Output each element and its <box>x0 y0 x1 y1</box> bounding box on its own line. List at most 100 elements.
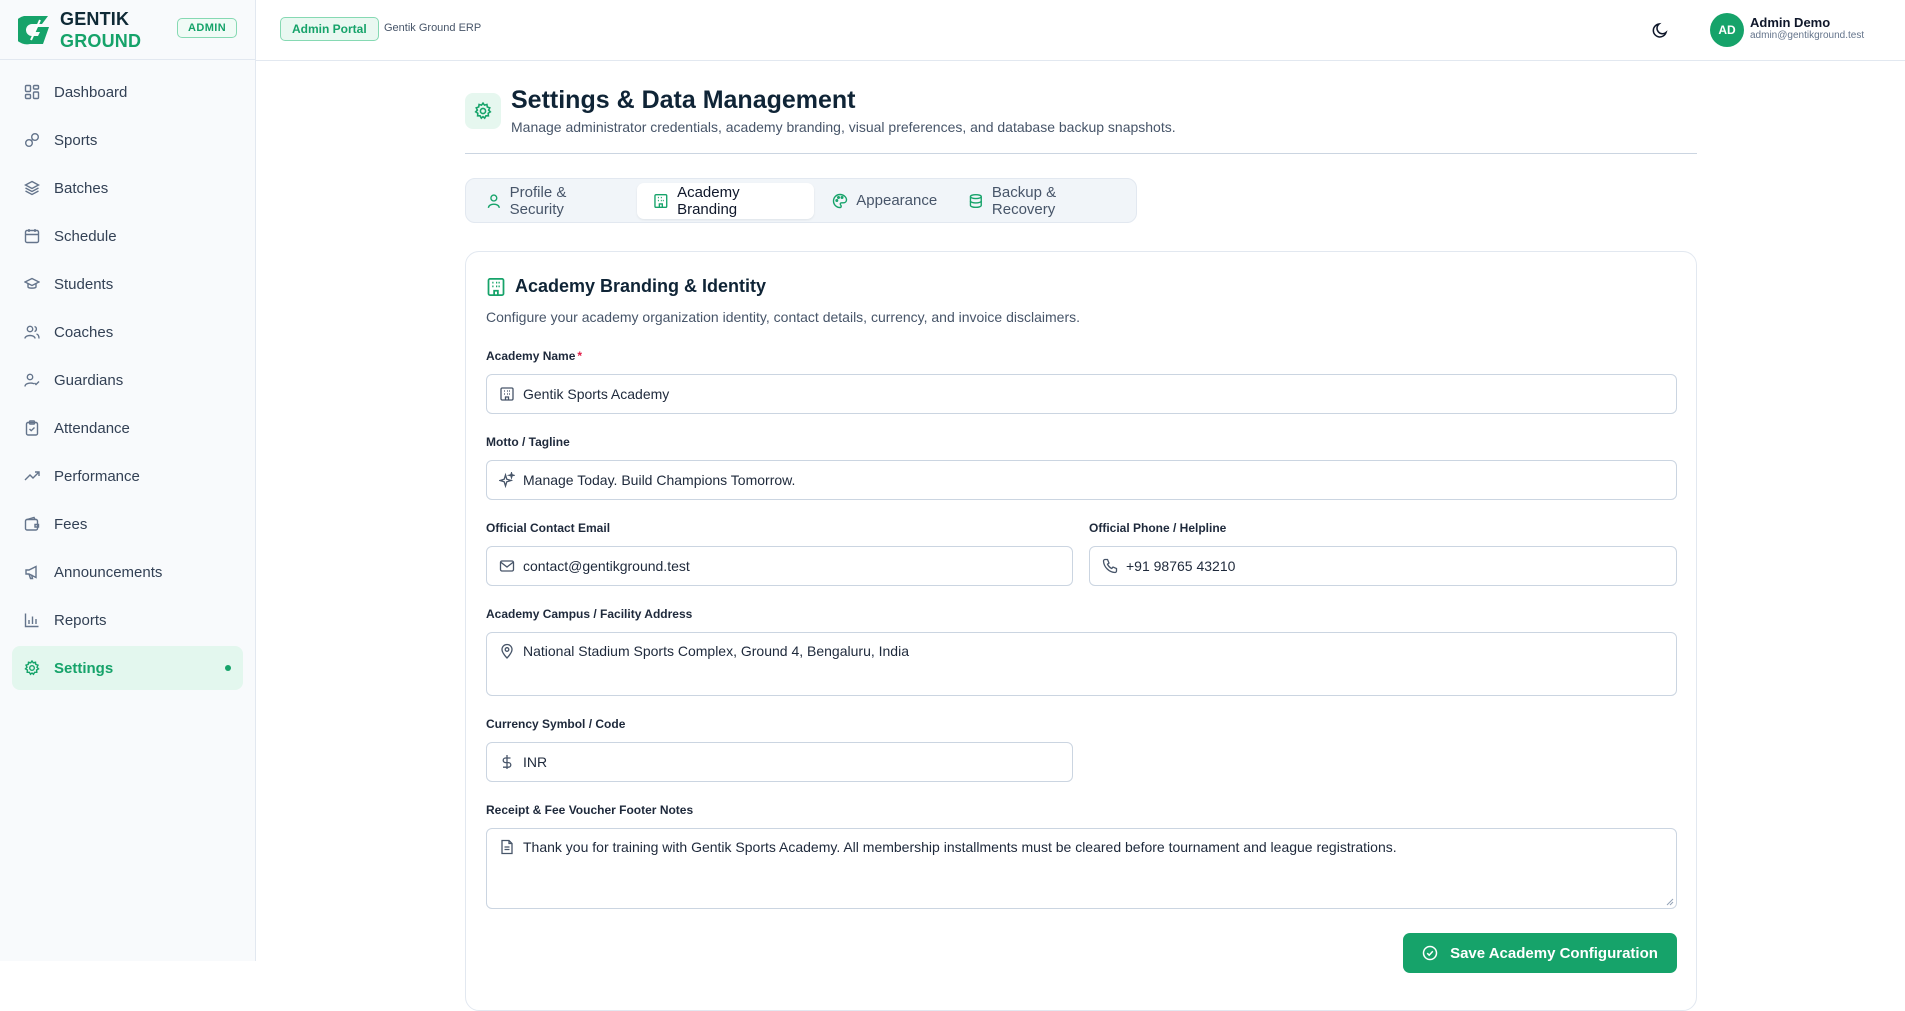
portal-subtitle: Gentik Ground ERP <box>384 22 482 34</box>
sidebar-item-students[interactable]: Students <box>12 262 243 306</box>
motto-input[interactable]: Manage Today. Build Champions Tomorrow. <box>486 460 1677 500</box>
trending-up-icon <box>24 471 40 481</box>
dashboard-icon <box>24 84 40 100</box>
megaphone-icon <box>25 565 37 580</box>
save-academy-configuration-button[interactable]: Save Academy Configuration <box>1403 933 1677 973</box>
academy-name-label: Academy Name * <box>486 349 583 363</box>
sidebar-item-batches[interactable]: Batches <box>12 166 243 210</box>
motto-label: Motto / Tagline <box>486 435 570 449</box>
main-content: Settings & Data Management Manage admini… <box>465 61 1697 1011</box>
sidebar-item-guardians[interactable]: Guardians <box>12 358 243 402</box>
sidebar-item-dashboard[interactable]: Dashboard <box>12 70 243 114</box>
building-icon <box>654 193 668 208</box>
sidebar-item-announcements[interactable]: Announcements <box>12 550 243 594</box>
tab-appearance[interactable]: Appearance <box>816 183 950 219</box>
layers-icon <box>24 180 40 196</box>
sidebar-item-label: Dashboard <box>54 83 128 101</box>
sidebar-item-label: Sports <box>54 131 98 149</box>
user-email: admin@gentikground.test <box>1750 30 1865 41</box>
palette-icon <box>833 193 848 208</box>
sidebar-item-performance[interactable]: Performance <box>12 454 243 498</box>
academy-name-input[interactable]: Gentik Sports Academy <box>486 374 1677 414</box>
sidebar-item-label: Announcements <box>54 563 163 581</box>
tab-label: Profile & Security <box>509 183 567 218</box>
sidebar-item-label: Students <box>54 275 114 293</box>
sidebar-item-reports[interactable]: Reports <box>12 598 243 642</box>
file-text-icon <box>501 839 513 855</box>
sidebar-nav: Dashboard Sports Batches Schedule Studen… <box>0 60 255 690</box>
required-mark: * <box>577 349 583 363</box>
page-header: Settings & Data Management Manage admini… <box>465 61 1697 154</box>
email-label: Official Contact Email <box>486 521 611 535</box>
user-icon <box>487 193 500 208</box>
users-icon <box>24 325 40 339</box>
avatar[interactable]: AD <box>1710 13 1744 47</box>
footer-notes-textarea[interactable]: Thank you for training with Gentik Sport… <box>486 828 1677 909</box>
sidebar-item-label: Performance <box>54 467 140 485</box>
building-icon <box>487 277 505 296</box>
brand-name-line1: GENTIK <box>60 8 130 29</box>
address-label: Academy Campus / Facility Address <box>486 607 693 621</box>
brand-name-line2: GROUND <box>60 30 142 51</box>
settings-tabs: Profile & Security Academy Branding Appe… <box>465 178 1137 223</box>
active-indicator-dot <box>225 665 231 671</box>
page-subtitle: Manage administrator credentials, academ… <box>511 119 1176 135</box>
phone-input[interactable]: +91 98765 43210 <box>1089 546 1677 586</box>
phone-label: Official Phone / Helpline <box>1089 521 1227 535</box>
email-input[interactable]: contact@gentikground.test <box>486 546 1073 586</box>
sidebar-item-settings[interactable]: Settings <box>12 646 243 690</box>
role-badge: ADMIN <box>177 18 238 38</box>
phone-icon <box>1102 558 1118 574</box>
mail-icon <box>499 560 515 572</box>
sidebar-item-label: Fees <box>54 515 88 533</box>
graduation-cap-icon <box>24 277 40 289</box>
currency-label: Currency Symbol / Code <box>486 717 626 731</box>
user-check-icon <box>24 373 40 387</box>
user-name: Admin Demo <box>1750 15 1831 30</box>
gear-icon <box>474 102 492 120</box>
card-subtitle: Configure your academy organization iden… <box>486 309 1080 325</box>
resize-handle-icon[interactable] <box>1666 898 1674 906</box>
clipboard-check-icon <box>25 420 39 436</box>
portal-badge: Admin Portal <box>280 17 379 41</box>
check-circle-icon <box>1422 945 1438 961</box>
tab-label: Academy Branding <box>677 183 740 218</box>
sidebar-item-label: Schedule <box>54 227 117 245</box>
tab-label: Backup & Recovery <box>991 183 1057 218</box>
tab-label: Appearance <box>856 192 938 209</box>
sports-icon <box>25 133 39 147</box>
card-title: Academy Branding & Identity <box>515 276 767 296</box>
address-textarea[interactable]: National Stadium Sports Complex, Ground … <box>486 632 1677 696</box>
currency-input[interactable]: INR <box>486 742 1073 782</box>
sidebar-item-label: Guardians <box>54 371 124 389</box>
sidebar-item-label: Settings <box>54 659 114 677</box>
sidebar: GENTIK GROUND ADMIN Dashboard Sports Bat… <box>0 0 256 961</box>
footer-notes-label: Receipt & Fee Voucher Footer Notes <box>486 803 694 817</box>
sidebar-item-label: Coaches <box>54 323 114 341</box>
branding-card: Academy Branding & Identity Configure yo… <box>465 251 1697 1011</box>
sidebar-item-coaches[interactable]: Coaches <box>12 310 243 354</box>
calendar-icon <box>24 229 40 244</box>
gentik-logo-icon <box>18 15 49 44</box>
tab-academy-branding[interactable]: Academy Branding <box>637 182 815 219</box>
sidebar-item-label: Reports <box>54 611 107 629</box>
sidebar-item-sports[interactable]: Sports <box>12 118 243 162</box>
sidebar-item-label: Batches <box>54 179 109 197</box>
bar-chart-icon <box>24 613 39 628</box>
sidebar-item-fees[interactable]: Fees <box>12 502 243 546</box>
dollar-icon <box>502 755 512 769</box>
wallet-icon <box>24 516 40 531</box>
sidebar-item-schedule[interactable]: Schedule <box>12 214 243 258</box>
map-pin-icon <box>501 643 513 659</box>
building-icon <box>500 387 514 401</box>
sidebar-item-attendance[interactable]: Attendance <box>12 406 243 450</box>
database-icon <box>969 193 983 208</box>
tab-backup-recovery[interactable]: Backup & Recovery <box>952 183 1134 219</box>
gear-icon <box>24 660 40 676</box>
tab-profile-security[interactable]: Profile & Security <box>470 183 635 219</box>
top-bar: Admin Portal Gentik Ground ERP AD Admin … <box>256 0 1905 61</box>
settings-page-icon <box>465 93 501 129</box>
moon-icon[interactable] <box>1650 19 1672 41</box>
sidebar-item-label: Attendance <box>54 419 130 437</box>
page-title: Settings & Data Management <box>511 86 856 114</box>
